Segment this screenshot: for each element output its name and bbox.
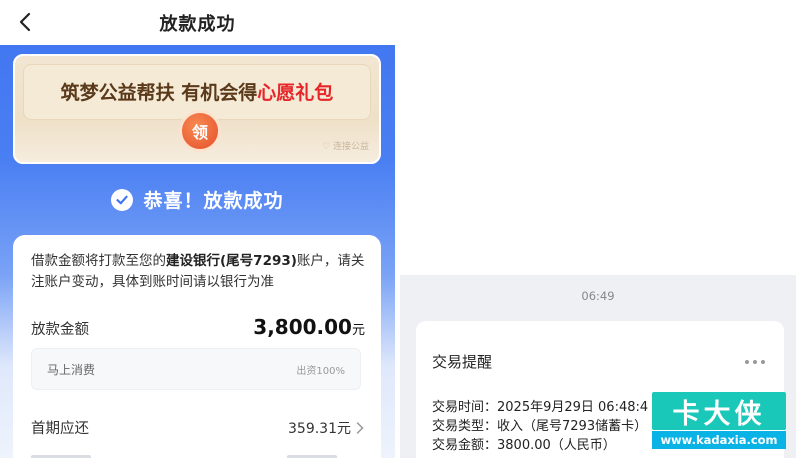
success-heading: 恭喜！放款成功 [0,186,395,213]
disbursement-notice: 借款金额将打款至您的建设银行(尾号7293)账户，请关注账户变动，具体到账时间请… [31,251,366,293]
lender-box: 马上消费 出资100% [31,348,361,390]
notice-prefix: 借款金额将打款至您的 [31,253,166,269]
banner-text: 筑梦公益帮扶 有机会得心愿礼包 [15,78,379,105]
first-payment-row[interactable]: 首期应还 359.31元 [31,417,365,438]
amount-label: 放款金额 [31,322,89,338]
transaction-type-line: 交易类型：收入（尾号7293储蓄卡） [432,419,648,434]
message-time: 06:49 [581,289,615,303]
watermark-url: www.kadaxia.com [652,431,786,449]
loan-success-screen: 放款成功 筑梦公益帮扶 有机会得心愿礼包 领 ♡ 连接公益 恭喜！放款成功 借款… [0,0,395,458]
banner-text-highlight: 心愿礼包 [257,82,334,104]
nav-bar: 放款成功 [0,0,395,45]
check-circle-icon [111,188,134,211]
transaction-time-line: 交易时间：2025年9月29日 06:48:4 [432,400,649,415]
first-payment-label: 首期应还 [31,421,89,437]
watermark-logo: 卡大侠 www.kadaxia.com [652,392,786,452]
charity-gift-banner[interactable]: 筑梦公益帮扶 有机会得心愿礼包 领 ♡ 连接公益 [13,54,381,164]
notice-bank: 建设银行(尾号7293) [166,253,297,269]
transaction-amount-line: 交易金额：3800.00（人民币） [432,438,616,453]
banner-text-main: 筑梦公益帮扶 有机会得 [60,82,258,104]
page-title: 放款成功 [159,13,236,35]
first-payment-value-group[interactable]: 359.31元 [288,418,365,438]
banner-brand-mark: ♡ 连接公益 [322,142,369,152]
success-text: 恭喜！放款成功 [143,190,284,212]
back-arrow-icon[interactable] [14,10,38,34]
sms-body: 交易时间：2025年9月29日 06:48:4 交易类型：收入（尾号7293储蓄… [432,398,648,455]
first-payment-value: 359.31元 [288,421,351,437]
lender-name: 马上消费 [47,363,96,377]
next-row-partial [31,451,365,458]
more-options-icon[interactable] [744,359,766,365]
lender-ratio: 出资100% [296,366,345,377]
chevron-right-icon[interactable] [355,421,365,435]
loan-amount-row: 放款金额 3,800.00元 [31,315,365,339]
amount-value: 3,800.00 [253,315,352,339]
watermark-name: 卡大侠 [652,392,786,430]
receive-gift-button[interactable]: 领 [179,110,221,152]
sms-title: 交易提醒 [432,353,493,371]
amount-display: 3,800.00元 [253,315,365,339]
amount-unit: 元 [351,323,365,338]
loan-info-card: 借款金额将打款至您的建设银行(尾号7293)账户，请关注账户变动，具体到账时间请… [13,235,381,458]
